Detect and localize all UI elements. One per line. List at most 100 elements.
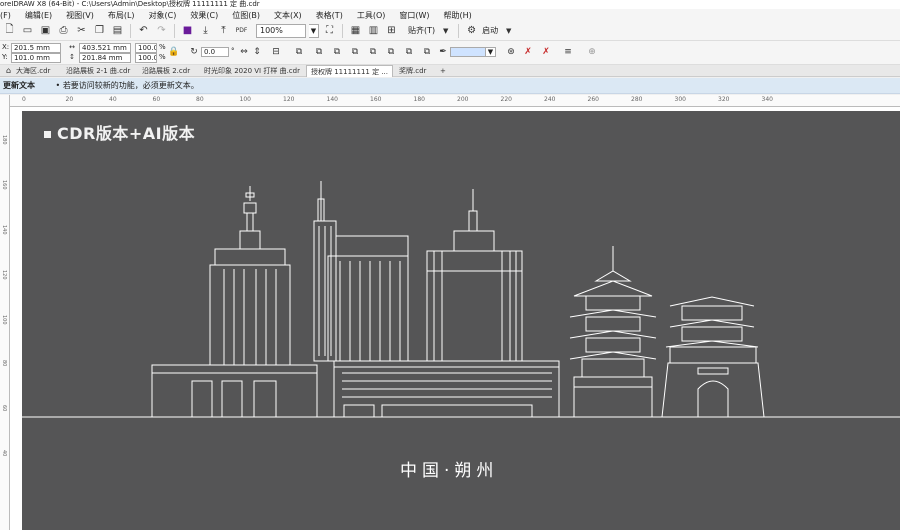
height-field[interactable]: 201.84 mm	[79, 53, 131, 63]
cut-icon[interactable]: ✂	[74, 23, 89, 38]
vertical-ruler[interactable]: 180 160 140 120 100 80 60 40	[0, 95, 10, 530]
import-icon[interactable]: ⤓	[198, 23, 213, 38]
convert-to-curves-icon[interactable]: ⊛	[505, 46, 517, 58]
ruler-tick-label: 40	[1, 450, 7, 457]
ruler-tick-label: 60	[152, 96, 161, 103]
ruler-tick-label: 0	[22, 96, 26, 103]
menu-item[interactable]: 编辑(E)	[25, 10, 58, 21]
menu-item[interactable]: 效果(C)	[190, 10, 224, 21]
city-gate	[661, 296, 765, 418]
chevron-down-icon[interactable]: ▼	[486, 47, 496, 57]
ruler-tick-label: 40	[109, 96, 117, 103]
chevron-down-icon[interactable]: ▼	[309, 23, 319, 38]
document-tab[interactable]: 沿路展板 2.cdr	[138, 65, 194, 77]
drawing-canvas[interactable]: CDR版本+AI版本 中国·朔州	[10, 107, 900, 530]
weld-icon[interactable]: ⧉	[367, 46, 379, 58]
horizontal-ruler[interactable]: 0 20 40 60 80 100 120 140 160 180 200 220 240 260 280 3…	[10, 95, 900, 107]
export-icon[interactable]: ⤒	[216, 23, 231, 38]
ruler-tick-label: 320	[718, 96, 730, 103]
align-distribute-icon[interactable]: ⊟	[270, 46, 282, 58]
height-icon: ↕	[69, 53, 75, 61]
trim-icon[interactable]: ⧉	[385, 46, 397, 58]
percent-label: %	[159, 53, 166, 61]
menu-item[interactable]: 帮助(H)	[444, 10, 478, 21]
hint-bar: 更新文本 • 若要访问较新的功能，必须更新文本。	[0, 78, 900, 94]
snap-to-menu[interactable]: 贴齐(T)	[408, 25, 435, 36]
building-tower-left	[151, 186, 318, 418]
y-label: Y:	[2, 53, 8, 61]
outline-width-field[interactable]	[450, 47, 486, 57]
ruler-tick-label: 280	[631, 96, 643, 103]
save-icon[interactable]: ▣	[38, 23, 53, 38]
ruler-tick-label: 80	[1, 360, 7, 367]
document-tab[interactable]: 授权牌 11111111 定 ...	[306, 65, 393, 77]
ruler-tick-label: 240	[544, 96, 556, 103]
corel-connect-icon[interactable]: ■	[180, 23, 195, 38]
show-grid-icon[interactable]: ▥	[366, 23, 381, 38]
intersect-icon[interactable]: ⧉	[403, 46, 415, 58]
ruler-tick-label: 260	[587, 96, 599, 103]
artwork-page[interactable]: CDR版本+AI版本 中国·朔州	[22, 111, 900, 530]
document-tab[interactable]: 大海区.cdr	[12, 65, 54, 77]
undo-icon[interactable]: ↶	[136, 23, 151, 38]
ungroup-icon[interactable]: ⧉	[331, 46, 343, 58]
options-gear-icon[interactable]: ⚙	[464, 23, 479, 38]
mirror-vertical-icon[interactable]: ⇕	[251, 46, 263, 58]
separator	[174, 23, 175, 38]
menu-item[interactable]: 表格(T)	[316, 10, 349, 21]
info-icon: •	[55, 81, 61, 90]
new-document-icon[interactable]: 🗋	[2, 23, 17, 38]
copy-icon[interactable]: ❐	[92, 23, 107, 38]
chevron-down-icon[interactable]: ▼	[438, 23, 453, 38]
rotation-angle-field[interactable]: 0.0	[201, 47, 229, 57]
rotate-icon[interactable]: ↻	[188, 46, 200, 58]
ruler-tick-label: 160	[370, 96, 382, 103]
zoom-level-field[interactable]: 100%	[256, 23, 306, 38]
menu-item[interactable]: 视图(V)	[66, 10, 100, 21]
x-position-field[interactable]: 201.5 mm	[11, 43, 61, 53]
redo-icon[interactable]: ↷	[154, 23, 169, 38]
menu-item[interactable]: 位图(B)	[232, 10, 266, 21]
menu-item[interactable]: 文本(X)	[274, 10, 308, 21]
scale-y-field[interactable]: 100.0	[135, 53, 157, 63]
outline-pen-icon[interactable]: ✒	[437, 46, 449, 58]
wrap-text-icon[interactable]: ≡	[562, 46, 574, 58]
paste-icon[interactable]: ▤	[110, 23, 125, 38]
hint-message: 若要访问较新的功能，必须更新文本。	[62, 81, 199, 90]
city-title: 中国·朔州	[400, 461, 499, 481]
document-tab[interactable]: 沿路展板 2-1 曲.cdr	[62, 65, 134, 77]
lock-ratio-icon[interactable]: 🔒	[168, 46, 180, 58]
add-tab-icon[interactable]: +	[436, 65, 450, 77]
mirror-horizontal-icon[interactable]: ⇔	[238, 46, 250, 58]
chevron-down-icon[interactable]: ▼	[501, 23, 516, 38]
full-screen-icon[interactable]: ⛶	[322, 23, 337, 38]
add-icon[interactable]: ⊕	[586, 46, 598, 58]
menu-item[interactable]: (F)	[0, 11, 17, 20]
publish-pdf-icon[interactable]: PDF	[234, 23, 249, 38]
show-rulers-icon[interactable]: ▦	[348, 23, 363, 38]
separator	[342, 23, 343, 38]
print-icon[interactable]: ⎙	[56, 23, 71, 38]
launch-menu[interactable]: 启动	[482, 25, 498, 36]
open-icon[interactable]: ▭	[20, 23, 35, 38]
menu-item[interactable]: 工具(O)	[357, 10, 392, 21]
ruler-tick-label: 180	[413, 96, 425, 103]
scale-x-field[interactable]: 100.0	[135, 43, 157, 53]
width-field[interactable]: 403.521 mm	[79, 43, 131, 53]
document-tab[interactable]: 时光印象 2020 VI 打样 曲.cdr	[200, 65, 304, 77]
ruler-tick-label: 120	[1, 270, 7, 280]
document-tab[interactable]: 奖牌.cdr	[395, 65, 430, 77]
show-guidelines-icon[interactable]: ⊞	[384, 23, 399, 38]
menu-item[interactable]: 窗口(W)	[399, 10, 435, 21]
separator	[130, 23, 131, 38]
break-apart-icon[interactable]: ✗	[522, 46, 534, 58]
percent-label: %	[159, 43, 166, 51]
combine-icon[interactable]: ⧉	[349, 46, 361, 58]
y-position-field[interactable]: 101.0 mm	[11, 53, 61, 63]
simplify-icon[interactable]: ⧉	[421, 46, 433, 58]
menu-item[interactable]: 布局(L)	[108, 10, 141, 21]
group-icon[interactable]: ⧉	[313, 46, 325, 58]
to-front-icon[interactable]: ⧉	[293, 46, 305, 58]
menu-item[interactable]: 对象(C)	[149, 10, 183, 21]
clear-transform-icon[interactable]: ✗	[540, 46, 552, 58]
